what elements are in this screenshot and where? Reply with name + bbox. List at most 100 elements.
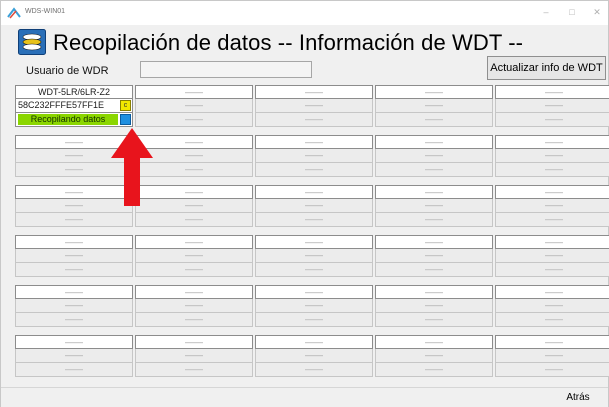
wdt-status: —— xyxy=(255,363,373,377)
wdt-cell[interactable]: —— —— —— xyxy=(495,335,609,377)
wdt-name: —— xyxy=(495,85,609,99)
wdt-id: —— xyxy=(375,249,493,263)
wdt-cell[interactable]: —— —— —— xyxy=(15,235,133,277)
wdt-cell[interactable]: —— —— —— xyxy=(255,135,373,177)
wdt-id: —— xyxy=(135,299,253,313)
wdt-cell[interactable]: —— —— —— xyxy=(255,285,373,327)
wdt-name: —— xyxy=(15,285,133,299)
wdt-status: —— xyxy=(15,213,133,227)
wdt-status: —— xyxy=(375,363,493,377)
wdt-name: —— xyxy=(135,85,253,99)
wdt-name: —— xyxy=(255,135,373,149)
wdt-id: —— xyxy=(255,349,373,363)
wdt-name: —— xyxy=(375,235,493,249)
wdt-status: —— xyxy=(495,313,609,327)
wdt-id-text: 58C232FFFE57FF1E xyxy=(18,100,105,110)
update-wdt-info-button[interactable]: Actualizar info de WDT xyxy=(487,56,606,80)
wdt-cell[interactable]: —— —— —— xyxy=(135,85,253,127)
wdt-status: —— xyxy=(375,113,493,127)
wdt-name: —— xyxy=(135,235,253,249)
wdt-cell[interactable]: —— —— —— xyxy=(375,335,493,377)
wdt-cell[interactable]: —— —— —— xyxy=(135,235,253,277)
wdt-id: —— xyxy=(255,99,373,113)
wdt-name: —— xyxy=(495,235,609,249)
wdt-id: —— xyxy=(15,299,133,313)
wdt-name: —— xyxy=(375,335,493,349)
wdt-id: —— xyxy=(375,149,493,163)
wdt-id: —— xyxy=(495,249,609,263)
wdt-status: —— xyxy=(15,313,133,327)
wdr-user-field[interactable] xyxy=(140,61,312,78)
wdt-cell[interactable]: —— —— —— xyxy=(255,85,373,127)
wdt-cell[interactable]: —— —— —— xyxy=(255,185,373,227)
wdt-status: —— xyxy=(135,363,253,377)
wdt-id: 58C232FFFE57FF1E c xyxy=(15,99,133,113)
wdt-cell[interactable]: —— —— —— xyxy=(375,85,493,127)
wdt-status: —— xyxy=(495,113,609,127)
wdt-status: —— xyxy=(255,313,373,327)
wdt-status: —— xyxy=(135,113,253,127)
wdt-cell[interactable]: —— —— —— xyxy=(495,85,609,127)
wdt-status: —— xyxy=(495,163,609,177)
wdt-name: —— xyxy=(255,85,373,99)
title-bar: WDS-WIN01 – □ ✕ xyxy=(1,1,608,25)
wdt-cell[interactable]: —— —— —— xyxy=(135,285,253,327)
wdt-status: —— xyxy=(255,113,373,127)
wdt-id: —— xyxy=(495,199,609,213)
wdt-status: —— xyxy=(375,213,493,227)
wdt-cell[interactable]: —— —— —— xyxy=(255,335,373,377)
wdt-name: —— xyxy=(15,235,133,249)
wdt-status: —— xyxy=(255,263,373,277)
collecting-status-badge: Recopilando datos xyxy=(18,114,118,125)
wdt-status: —— xyxy=(255,163,373,177)
wdt-cell[interactable]: —— —— —— xyxy=(375,285,493,327)
wdt-cell[interactable]: —— —— —— xyxy=(15,335,133,377)
maximize-icon[interactable]: □ xyxy=(562,5,582,19)
progress-indicator-icon xyxy=(120,114,131,125)
wdt-status: —— xyxy=(135,263,253,277)
wdt-cell[interactable]: —— —— —— xyxy=(375,235,493,277)
wdt-id: —— xyxy=(255,199,373,213)
wdt-id: —— xyxy=(15,349,133,363)
wdt-id: —— xyxy=(135,349,253,363)
wdt-status: —— xyxy=(135,313,253,327)
wdt-id: —— xyxy=(375,199,493,213)
wdr-user-label: Usuario de WDR xyxy=(26,65,109,77)
close-icon[interactable]: ✕ xyxy=(587,5,607,19)
wdt-cell[interactable]: —— —— —— xyxy=(495,285,609,327)
wdt-cell[interactable]: WDT-5LR/6LR-Z2 58C232FFFE57FF1E c Recopilan… xyxy=(15,85,133,127)
wdt-cell[interactable]: —— —— —— xyxy=(15,285,133,327)
connection-badge-icon: c xyxy=(120,100,131,111)
wdt-cell[interactable]: —— —— —— xyxy=(135,335,253,377)
wdt-id: —— xyxy=(495,299,609,313)
wdt-id: —— xyxy=(255,249,373,263)
wdt-cell[interactable]: —— —— —— xyxy=(255,235,373,277)
wdt-id: —— xyxy=(135,99,253,113)
wdt-name: —— xyxy=(15,335,133,349)
wdt-cell[interactable]: —— —— —— xyxy=(495,185,609,227)
wdt-name: —— xyxy=(255,285,373,299)
wdt-name: —— xyxy=(375,285,493,299)
wdt-cell[interactable]: —— —— —— xyxy=(495,235,609,277)
wdt-name: —— xyxy=(135,335,253,349)
wdt-cell[interactable]: —— —— —— xyxy=(375,135,493,177)
wdt-status: —— xyxy=(495,263,609,277)
wdt-id: —— xyxy=(375,349,493,363)
wdt-grid: WDT-5LR/6LR-Z2 58C232FFFE57FF1E c Recopilan… xyxy=(15,85,609,385)
wdt-cell[interactable]: —— —— —— xyxy=(375,185,493,227)
wdt-cell[interactable]: —— —— —— xyxy=(495,135,609,177)
wdt-status: Recopilando datos xyxy=(15,113,133,127)
red-up-arrow-icon xyxy=(111,128,153,206)
wdt-name: —— xyxy=(255,235,373,249)
wdt-id: —— xyxy=(495,149,609,163)
back-button[interactable]: Atrás xyxy=(549,389,607,406)
footer-bar xyxy=(1,387,608,407)
minimize-icon[interactable]: – xyxy=(536,5,556,19)
page-title: Recopilación de datos -- Información de … xyxy=(53,30,524,55)
wdt-name: —— xyxy=(495,135,609,149)
wdt-name: —— xyxy=(135,285,253,299)
wdt-status: —— xyxy=(495,213,609,227)
wdt-name: —— xyxy=(495,185,609,199)
wdt-id: —— xyxy=(495,99,609,113)
wdt-status: —— xyxy=(255,213,373,227)
